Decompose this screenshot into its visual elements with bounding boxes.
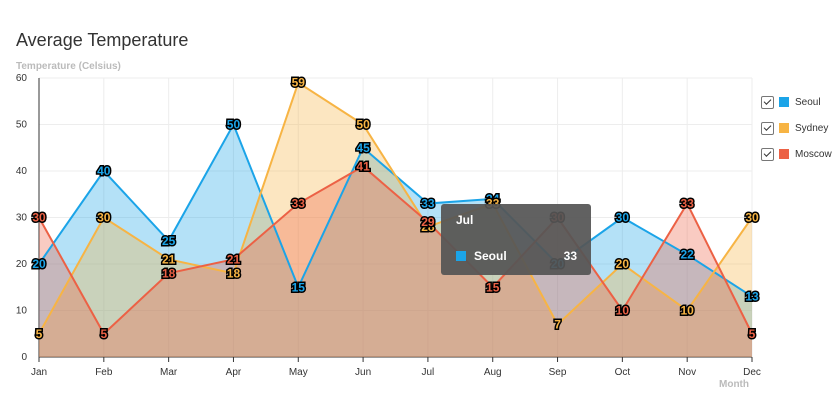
data-label-sydney: 10 [681,304,695,318]
x-tick-label: Oct [615,367,631,378]
data-label-sydney: 18 [227,266,241,280]
legend-label: Seoul [795,96,821,108]
x-tick-label: Mar [160,367,178,378]
y-tick-label: 10 [16,306,28,317]
legend-swatch [779,149,789,159]
data-label-sydney: 20 [616,257,630,271]
x-tick-label: Jul [422,367,435,378]
data-label-seoul: 40 [97,164,111,178]
x-tick-label: Dec [743,367,761,378]
data-label-sydney: 30 [97,211,111,225]
data-label-moscow: 30 [32,211,46,225]
y-tick-label: 30 [16,213,28,224]
x-tick-label: Sep [549,367,567,378]
tooltip-row: Seoul 33 [456,249,577,263]
legend-checkbox[interactable] [761,121,774,135]
x-tick-label: Aug [484,367,502,378]
data-label-seoul: 30 [616,211,630,225]
data-label-moscow: 29 [421,215,435,229]
data-label-seoul: 45 [356,141,370,155]
tooltip-value: 33 [563,249,577,263]
data-label-sydney: 30 [745,211,759,225]
y-tick-label: 20 [16,259,28,270]
data-label-sydney: 5 [36,327,43,341]
legend-swatch [779,123,789,133]
tooltip-series-name: Seoul [474,249,507,263]
data-label-sydney: 7 [554,317,561,331]
legend-item-moscow[interactable]: Moscow [761,141,832,167]
data-label-seoul: 50 [227,118,241,132]
x-tick-label: Jun [355,367,371,378]
data-label-moscow: 5 [100,327,107,341]
data-label-moscow: 41 [356,159,370,173]
y-tick-label: 40 [16,166,28,177]
y-tick-label: 60 [16,73,28,84]
legend-item-sydney[interactable]: Sydney [761,115,832,141]
data-label-moscow: 18 [162,266,176,280]
data-label-sydney: 21 [162,252,176,266]
legend: Seoul Sydney Moscow [761,89,832,167]
data-label-seoul: 25 [162,234,176,248]
data-label-sydney: 50 [356,118,370,132]
data-label-moscow: 15 [486,280,500,294]
x-tick-label: Nov [678,367,696,378]
plot-area: 0 10 20 30 40 50 60 Jan Feb Mar Apr May Jun Jul Aug Sep… [16,73,761,378]
data-label-sydney: 59 [292,76,306,90]
data-label-seoul: 22 [681,248,695,262]
legend-checkbox[interactable] [761,147,774,161]
data-label-seoul: 13 [745,290,759,304]
x-tick-label: Apr [226,367,242,378]
tooltip: Jul Seoul 33 [441,204,591,275]
tooltip-title: Jul [456,213,474,227]
tooltip-swatch [456,251,466,261]
y-tick-label: 50 [16,120,28,131]
y-tick-label: 0 [21,352,27,363]
data-label-moscow: 21 [227,252,241,266]
data-label-moscow: 33 [292,197,306,211]
x-tick-label: Jan [31,367,47,378]
x-tick-label: Feb [95,367,113,378]
legend-checkbox[interactable] [761,95,774,109]
data-label-moscow: 5 [749,327,756,341]
data-label-seoul: 15 [292,280,306,294]
legend-label: Moscow [795,148,832,160]
data-label-seoul: 33 [421,197,435,211]
data-label-moscow: 10 [616,304,630,318]
data-label-moscow: 33 [681,197,695,211]
legend-label: Sydney [795,122,829,134]
legend-swatch [779,97,789,107]
x-tick-label: May [289,367,308,378]
data-label-seoul: 20 [32,257,46,271]
legend-item-seoul[interactable]: Seoul [761,89,832,115]
